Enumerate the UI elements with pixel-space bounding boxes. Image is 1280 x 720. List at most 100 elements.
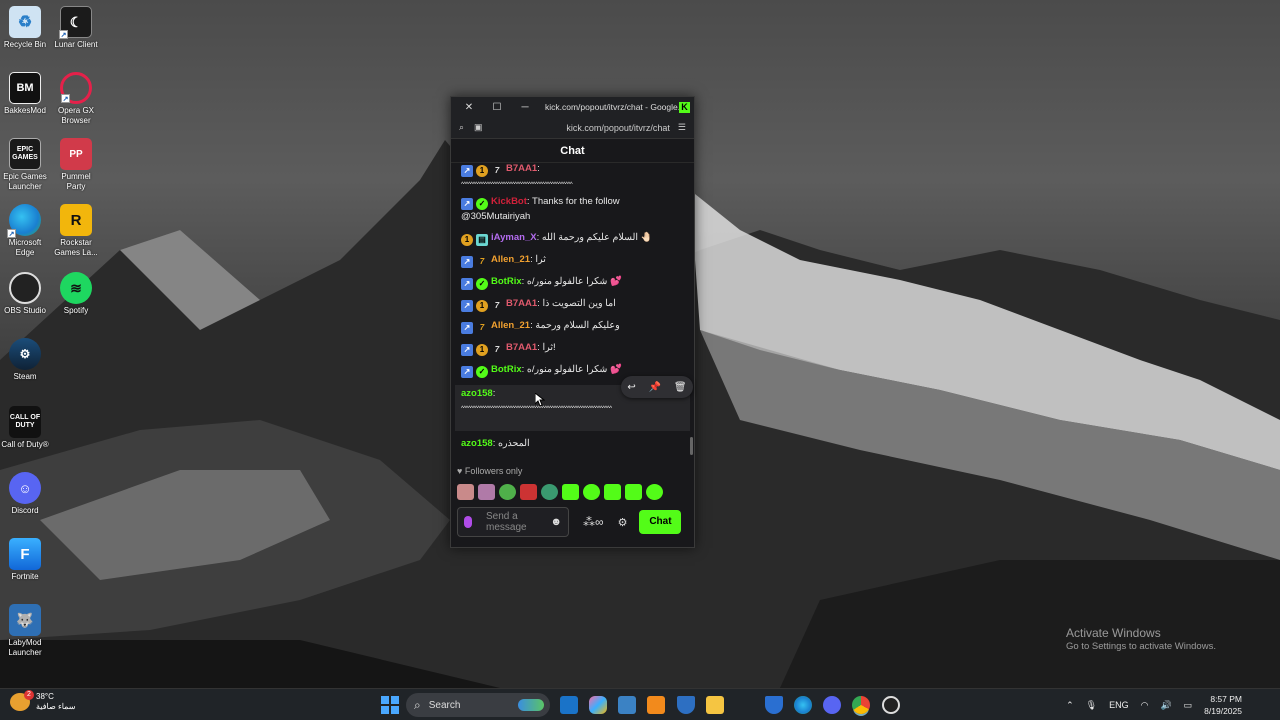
verified-badge-icon: ✓ xyxy=(476,198,488,210)
emote-icon[interactable] xyxy=(457,484,474,500)
chat-message[interactable]: ↗ 1 7 B7AA1: ثرا! xyxy=(461,341,689,356)
desktop-icon-fortnite[interactable]: F Fortnite xyxy=(0,538,50,582)
microphone-tray-icon[interactable]: 🎙 xyxy=(1086,700,1097,711)
emote-icon[interactable] xyxy=(583,484,600,500)
chat-username[interactable]: KickBot xyxy=(491,196,527,207)
send-chat-button[interactable]: Chat xyxy=(639,510,682,534)
page-controls-icon[interactable]: ☰ xyxy=(678,122,686,133)
og-badge-icon: 7 xyxy=(494,301,500,310)
og-badge-icon: 7 xyxy=(494,345,500,354)
delete-icon[interactable]: 🗑 xyxy=(674,382,687,393)
emote-icon[interactable] xyxy=(499,484,516,500)
og-badge-icon: 7 xyxy=(494,166,500,175)
desktop-icon-pummel-party[interactable]: PP Pummel Party xyxy=(51,138,101,192)
chrome-taskbar-icon[interactable] xyxy=(852,696,870,714)
zoom-icon[interactable]: ⌕ xyxy=(459,122,464,133)
desktop-icon-bakkesmod[interactable]: BM BakkesMod xyxy=(0,72,50,116)
chat-message[interactable]: azo158: المحذره xyxy=(461,437,689,451)
chat-message[interactable]: ↗ ✓ KickBot: Thanks for the follow @305Mut… xyxy=(461,195,689,224)
chat-username[interactable]: Allen_21 xyxy=(491,254,530,265)
taskbar-search[interactable]: ⌕ Search xyxy=(406,693,550,717)
desktop-icon-spotify[interactable]: ≋ Spotify xyxy=(51,272,101,316)
emote-icon[interactable] xyxy=(625,484,642,500)
maximize-icon[interactable]: ☐ xyxy=(483,102,511,113)
url-text[interactable]: kick.com/popout/itvrz/chat xyxy=(566,123,670,133)
tray-overflow-icon[interactable]: ⌃ xyxy=(1066,700,1074,711)
system-clock[interactable]: 8:57 PM 8/19/2025 xyxy=(1204,693,1242,717)
chat-username[interactable]: B7AA1 xyxy=(506,164,537,174)
url-bar: ⌕ ▣ kick.com/popout/itvrz/chat ☰ xyxy=(451,117,694,139)
chat-username[interactable]: azo158 xyxy=(461,438,493,449)
discord-taskbar-icon[interactable] xyxy=(823,696,841,714)
points-infinity-icon[interactable]: ⁂∞ xyxy=(583,515,604,529)
security-shield-icon[interactable] xyxy=(677,696,695,714)
chat-username[interactable]: Allen_21 xyxy=(491,320,530,331)
pin-icon[interactable]: 📌 xyxy=(649,382,661,393)
chat-message[interactable]: ↗ 1 7 B7AA1: ^^^^^^^^^^^^^^^^^^^^^^^^^^^^^^… xyxy=(461,164,689,192)
chat-scrollbar[interactable] xyxy=(690,437,693,455)
desktop-icon-lunar-client[interactable]: ☾ ↗ Lunar Client xyxy=(51,6,101,50)
followers-only-label: Followers only xyxy=(464,466,523,476)
site-info-icon[interactable]: ▣ xyxy=(474,122,483,133)
chat-username[interactable]: B7AA1 xyxy=(506,342,537,353)
emote-icon[interactable] xyxy=(478,484,495,500)
chat-message[interactable]: ↗ 1 7 B7AA1: اما وين التصويت ذا xyxy=(461,297,689,312)
recycle-bin-icon: ♻ xyxy=(9,6,41,38)
microphone-icon[interactable] xyxy=(464,516,472,528)
store-icon[interactable] xyxy=(618,696,636,714)
chat-username[interactable]: iAyman_X xyxy=(491,232,537,243)
emote-icon[interactable] xyxy=(604,484,621,500)
fortnite-icon: F xyxy=(9,538,41,570)
chat-messages[interactable]: ↗ 1 7 B7AA1: ^^^^^^^^^^^^^^^^^^^^^^^^^^^^^^… xyxy=(451,164,696,460)
chat-message-input[interactable]: Send a message ☻ xyxy=(457,507,569,537)
desktop-icon-labymod[interactable]: 🐺 LabyMod Launcher xyxy=(0,604,50,658)
desktop-icon-obs[interactable]: OBS Studio xyxy=(0,272,50,316)
emote-icon[interactable] xyxy=(646,484,663,500)
emote-icon[interactable] xyxy=(541,484,558,500)
mouse-cursor-icon xyxy=(535,393,545,407)
edge-taskbar-icon[interactable] xyxy=(794,696,812,714)
start-button[interactable] xyxy=(381,696,399,714)
weather-widget[interactable]: 2 38°C سماء صافية xyxy=(10,690,76,712)
desktop-icon-steam[interactable]: ⚙ Steam xyxy=(0,338,50,382)
desktop-icon-recycle-bin[interactable]: ♻ Recycle Bin xyxy=(0,6,50,50)
subscriber-badge-icon: 1 xyxy=(461,234,473,246)
minimize-icon[interactable]: ─ xyxy=(511,102,539,113)
desktop-icon-opera-gx[interactable]: ↗ Opera GX Browser xyxy=(51,72,101,126)
language-indicator[interactable]: ENG xyxy=(1109,700,1129,710)
reply-icon[interactable]: ↩ xyxy=(627,382,635,393)
chat-message[interactable]: ↗ 7 Allen_21: وعليكم السلام ورحمة xyxy=(461,319,689,334)
chat-text: ثرا! xyxy=(542,342,556,353)
desktop-icon-call-of-duty[interactable]: CALL OF DUTY Call of Duty® xyxy=(0,406,50,450)
chat-text: المحذره xyxy=(497,438,530,449)
vpn-shield-icon[interactable] xyxy=(765,696,783,714)
subscriber-badge-icon: 1 xyxy=(476,344,488,356)
close-icon[interactable]: ✕ xyxy=(455,102,483,113)
chat-username[interactable]: azo158 xyxy=(461,388,493,399)
desktop-icon-edge[interactable]: ↗ Microsoft Edge xyxy=(0,204,50,258)
chat-text: اما وين التصويت ذا xyxy=(542,298,616,309)
verified-badge-icon: ✓ xyxy=(476,366,488,378)
emote-icon[interactable] xyxy=(562,484,579,500)
app-icon[interactable] xyxy=(647,696,665,714)
desktop-icon-rockstar[interactable]: R Rockstar Games La... xyxy=(51,204,101,258)
volume-icon[interactable]: 🔊 xyxy=(1160,700,1171,711)
desktop-icon-discord[interactable]: ☺ Discord xyxy=(0,472,50,516)
chat-username[interactable]: B7AA1 xyxy=(506,298,537,309)
desktop-icon-epic-games[interactable]: EPIC GAMES Epic Games Launcher xyxy=(0,138,50,192)
emote-icon[interactable] xyxy=(520,484,537,500)
chat-message[interactable]: ↗ ✓ BotRix: شكرا عالفولو منور/ه 💕 xyxy=(461,275,689,290)
subscriber-badge-icon: 1 xyxy=(476,300,488,312)
battery-icon[interactable]: ▭ xyxy=(1184,700,1193,711)
obs-taskbar-icon[interactable] xyxy=(882,696,900,714)
file-explorer-icon[interactable] xyxy=(706,696,724,714)
copilot-icon[interactable] xyxy=(589,696,607,714)
chat-message[interactable]: 1 ▤ iAyman_X: السلام عليكم ورحمة الله 🤚🏻 xyxy=(461,231,689,246)
chat-username[interactable]: BotRix xyxy=(491,364,522,375)
chat-message[interactable]: ↗ 7 Allen_21: ثرا xyxy=(461,253,689,268)
outlook-icon[interactable] xyxy=(560,696,578,714)
chat-username[interactable]: BotRix xyxy=(491,276,522,287)
emoji-picker-icon[interactable]: ☻ xyxy=(550,516,562,528)
wifi-icon[interactable]: ◠ xyxy=(1141,700,1149,711)
settings-gear-icon[interactable]: ⚙ xyxy=(618,516,628,529)
